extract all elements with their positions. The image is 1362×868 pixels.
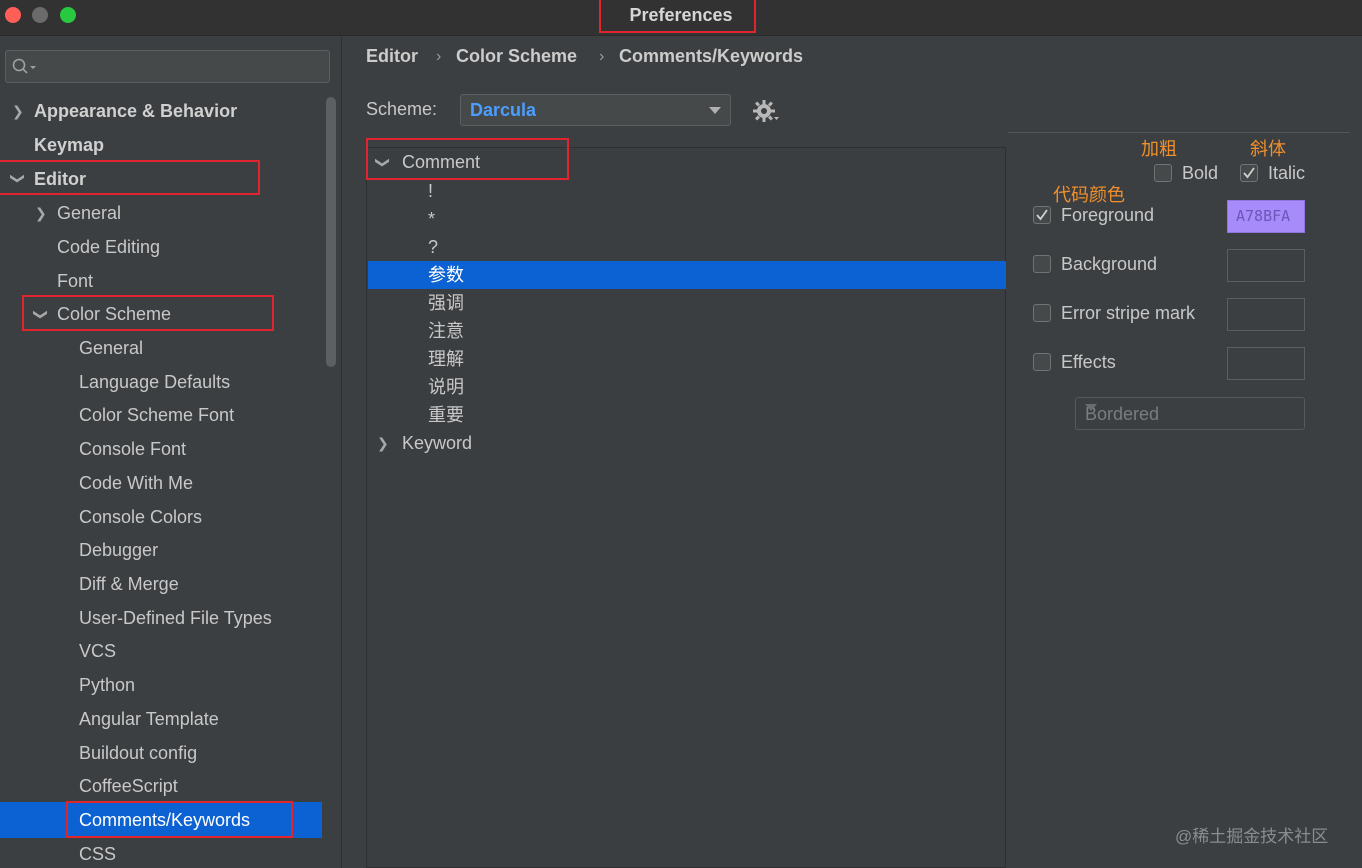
foreground-checkbox[interactable] [1033, 206, 1051, 224]
sidebar-item-general[interactable]: General [57, 200, 121, 226]
sidebar-item-appearance-behavior[interactable]: Appearance & Behavior [34, 98, 237, 124]
tree-item-attention[interactable]: 注意 [428, 317, 464, 345]
error-stripe-color-swatch[interactable] [1227, 298, 1305, 331]
italic-label: Italic [1268, 163, 1306, 183]
annotation-code-color: 代码颜色 [1053, 185, 1125, 205]
tree-item-params[interactable]: 参数 [428, 261, 464, 289]
error-stripe-label: Error stripe mark [1061, 303, 1196, 323]
background-color-swatch[interactable] [1227, 249, 1305, 282]
sidebar-item-font[interactable]: Font [57, 268, 93, 294]
tree-item-important[interactable]: 重要 [428, 401, 464, 429]
sidebar-item-console-colors[interactable]: Console Colors [79, 504, 202, 530]
sidebar-item-keymap[interactable]: Keymap [34, 132, 104, 158]
tree-item-exclamation[interactable]: ! [428, 177, 433, 205]
scheme-label: Scheme: [366, 99, 438, 119]
bold-label: Bold [1182, 163, 1219, 183]
italic-checkbox[interactable] [1240, 164, 1258, 182]
sidebar-item-vcs[interactable]: VCS [79, 638, 116, 664]
background-label: Background [1061, 254, 1158, 274]
tree-group-comment[interactable]: Comment [402, 148, 480, 176]
tree-item-asterisk[interactable]: * [428, 205, 435, 233]
effects-color-swatch[interactable] [1227, 347, 1305, 380]
sidebar-item-angular-template[interactable]: Angular Template [79, 706, 219, 732]
error-stripe-checkbox[interactable] [1033, 304, 1051, 322]
search-icon [12, 58, 36, 74]
checkmark-icon [1036, 209, 1048, 221]
foreground-label: Foreground [1061, 205, 1155, 225]
title-bar: Preferences [0, 0, 1362, 36]
gear-icon[interactable] [752, 99, 780, 123]
chevron-down-icon [709, 107, 721, 114]
sidebar-item-language-defaults[interactable]: Language Defaults [79, 369, 230, 395]
sidebar-item-color-scheme[interactable]: Color Scheme [57, 301, 171, 327]
breadcrumb-separator-icon: › [599, 48, 605, 65]
sidebar-item-debugger[interactable]: Debugger [79, 537, 158, 563]
tree-group-keyword[interactable]: Keyword [402, 429, 472, 457]
sidebar-item-user-defined-file-types[interactable]: User-Defined File Types [79, 605, 272, 631]
watermark: @稀土掘金技术社区 [1175, 827, 1329, 846]
background-checkbox[interactable] [1033, 255, 1051, 273]
breadcrumb-separator-icon: › [436, 48, 442, 65]
scheme-dropdown[interactable]: Darcula [460, 94, 731, 126]
foreground-color-swatch[interactable]: A78BFA [1227, 200, 1305, 233]
sidebar-item-css[interactable]: CSS [79, 841, 116, 867]
sidebar-item-color-scheme-general[interactable]: General [79, 335, 143, 361]
effects-label: Effects [1061, 352, 1116, 372]
tree-item-question[interactable]: ? [428, 233, 438, 261]
sidebar-item-comments-keywords[interactable]: Comments/Keywords [79, 807, 250, 833]
effects-type-dropdown[interactable]: Bordered [1075, 397, 1305, 430]
options-separator [1008, 132, 1350, 133]
tree-item-emphasis[interactable]: 强调 [428, 289, 464, 317]
sidebar-item-editor[interactable]: Editor [34, 166, 86, 192]
scheme-selected-value: Darcula [470, 100, 537, 120]
breadcrumb-editor[interactable]: Editor [366, 46, 418, 67]
foreground-color-value: A78BFA [1236, 207, 1291, 225]
attributes-tree [366, 147, 1006, 868]
sidebar-item-code-with-me[interactable]: Code With Me [79, 470, 193, 496]
tree-item-explain[interactable]: 说明 [428, 373, 464, 401]
chevron-right-icon[interactable]: ❯ [35, 205, 47, 222]
sidebar-item-python[interactable]: Python [79, 672, 135, 698]
window-title: Preferences [629, 5, 733, 25]
chevron-down-icon[interactable]: ❯ [9, 173, 26, 185]
annotation-bold: 加粗 [1141, 139, 1177, 159]
tree-item-understand[interactable]: 理解 [428, 345, 464, 373]
sidebar-scrollbar[interactable] [326, 97, 336, 367]
sidebar-item-console-font[interactable]: Console Font [79, 436, 186, 462]
breadcrumb-color-scheme[interactable]: Color Scheme [456, 46, 577, 67]
chevron-down-icon [1085, 404, 1097, 411]
sidebar-item-diff-merge[interactable]: Diff & Merge [79, 571, 179, 597]
chevron-right-icon[interactable]: ❯ [12, 103, 24, 120]
settings-search-input[interactable] [5, 50, 330, 83]
bold-checkbox[interactable] [1154, 164, 1172, 182]
sidebar-item-code-editing[interactable]: Code Editing [57, 234, 160, 260]
chevron-down-icon[interactable]: ❯ [32, 309, 49, 321]
sidebar-item-buildout-config[interactable]: Buildout config [79, 740, 197, 766]
chevron-down-icon[interactable]: ❯ [374, 157, 391, 169]
sidebar-item-color-scheme-font[interactable]: Color Scheme Font [79, 402, 234, 428]
breadcrumb-comments-keywords: Comments/Keywords [619, 46, 804, 66]
checkmark-icon [1243, 167, 1255, 179]
chevron-right-icon[interactable]: ❯ [377, 435, 389, 452]
effects-checkbox[interactable] [1033, 353, 1051, 371]
sidebar-item-coffeescript[interactable]: CoffeeScript [79, 773, 178, 799]
annotation-italic: 斜体 [1250, 139, 1286, 159]
